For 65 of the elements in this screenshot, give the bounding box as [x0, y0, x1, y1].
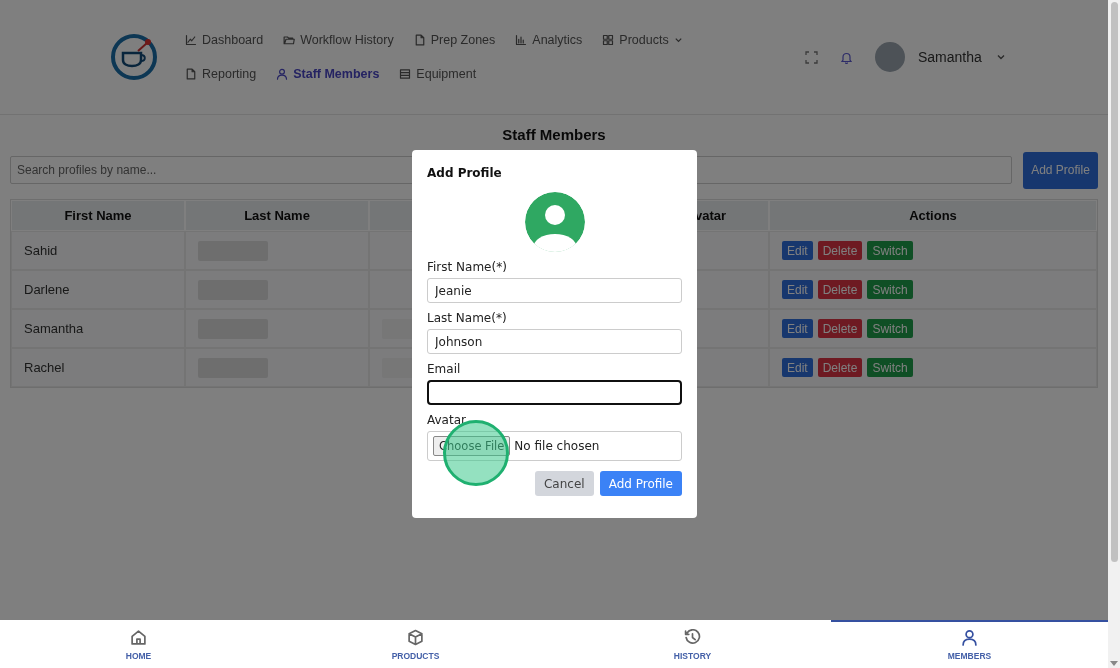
- input-field[interactable]: Johnson: [427, 329, 682, 354]
- table-cell: Darlene: [11, 270, 185, 309]
- grid-icon: [602, 34, 615, 46]
- column-header: First Name: [11, 200, 185, 231]
- input-field[interactable]: Jeanie: [427, 278, 682, 303]
- nav-link[interactable]: Dashboard: [185, 30, 268, 50]
- scrollbar[interactable]: [1108, 0, 1120, 668]
- delete-button[interactable]: Delete: [817, 358, 863, 377]
- caret-icon: [995, 52, 1006, 62]
- table-cell: Sahid: [11, 231, 185, 270]
- delete-button[interactable]: Delete: [817, 241, 863, 260]
- table-cell: Rachel: [11, 348, 185, 387]
- modal-title: Add Profile: [427, 166, 503, 180]
- nav-link[interactable]: Reporting: [185, 64, 261, 84]
- column-header: Actions: [769, 200, 1097, 231]
- field-label: Avatar: [427, 413, 467, 427]
- table-cell: Samantha: [11, 309, 185, 348]
- bar-chart-icon: [515, 34, 528, 46]
- notification-icon[interactable]: [840, 50, 853, 64]
- user-icon: [961, 629, 978, 646]
- chart-icon: [185, 34, 197, 46]
- field-label: Email: [427, 362, 462, 376]
- file-icon: [185, 68, 197, 80]
- bottom-nav-item[interactable]: HOME: [0, 620, 277, 668]
- edit-button[interactable]: Edit: [782, 241, 813, 260]
- nav-link[interactable]: Equipment: [399, 64, 481, 84]
- nav-link[interactable]: Products: [602, 30, 687, 50]
- add-profile-button[interactable]: Add Profile: [1023, 152, 1098, 189]
- file-status: No file chosen: [514, 439, 600, 453]
- input-field[interactable]: [427, 380, 682, 405]
- switch-button[interactable]: Switch: [867, 241, 913, 260]
- edit-button[interactable]: Edit: [782, 358, 813, 377]
- page-title: Staff Members: [501, 126, 607, 143]
- user-name[interactable]: Samantha: [918, 49, 982, 65]
- nav-link[interactable]: Workflow History: [283, 30, 398, 50]
- bottom-nav-item[interactable]: PRODUCTS: [277, 620, 554, 668]
- field-label: Last Name(*): [427, 311, 508, 325]
- bottom-nav-item[interactable]: HISTORY: [554, 620, 831, 668]
- nav-link[interactable]: Analytics: [515, 30, 587, 50]
- history-icon: [684, 629, 701, 646]
- avatar-placeholder-icon: [524, 192, 585, 252]
- switch-button[interactable]: Switch: [867, 358, 913, 377]
- logo[interactable]: [110, 33, 158, 81]
- nav-link[interactable]: Staff Members: [276, 64, 384, 84]
- add-profile-button[interactable]: Add Profile: [599, 471, 682, 496]
- avatar[interactable]: [875, 42, 905, 72]
- list-icon: [399, 68, 412, 80]
- user-icon: [276, 68, 289, 80]
- folder-icon: [283, 34, 296, 46]
- edit-button[interactable]: Edit: [782, 280, 813, 299]
- home-icon: [130, 629, 147, 646]
- edit-button[interactable]: Edit: [782, 319, 813, 338]
- delete-button[interactable]: Delete: [817, 319, 863, 338]
- scrollbar-thumb[interactable]: [1110, 2, 1118, 562]
- nav-link[interactable]: Prep Zones: [413, 30, 500, 50]
- fullscreen-icon[interactable]: [805, 50, 818, 64]
- box-icon: [407, 629, 424, 646]
- switch-button[interactable]: Switch: [867, 280, 913, 299]
- field-label: First Name(*): [427, 260, 508, 274]
- file-icon: [413, 34, 426, 46]
- scroll-down-icon[interactable]: [1110, 661, 1118, 666]
- switch-button[interactable]: Switch: [867, 319, 913, 338]
- cancel-button[interactable]: Cancel: [535, 471, 594, 496]
- column-header: Last Name: [185, 200, 369, 231]
- delete-button[interactable]: Delete: [817, 280, 863, 299]
